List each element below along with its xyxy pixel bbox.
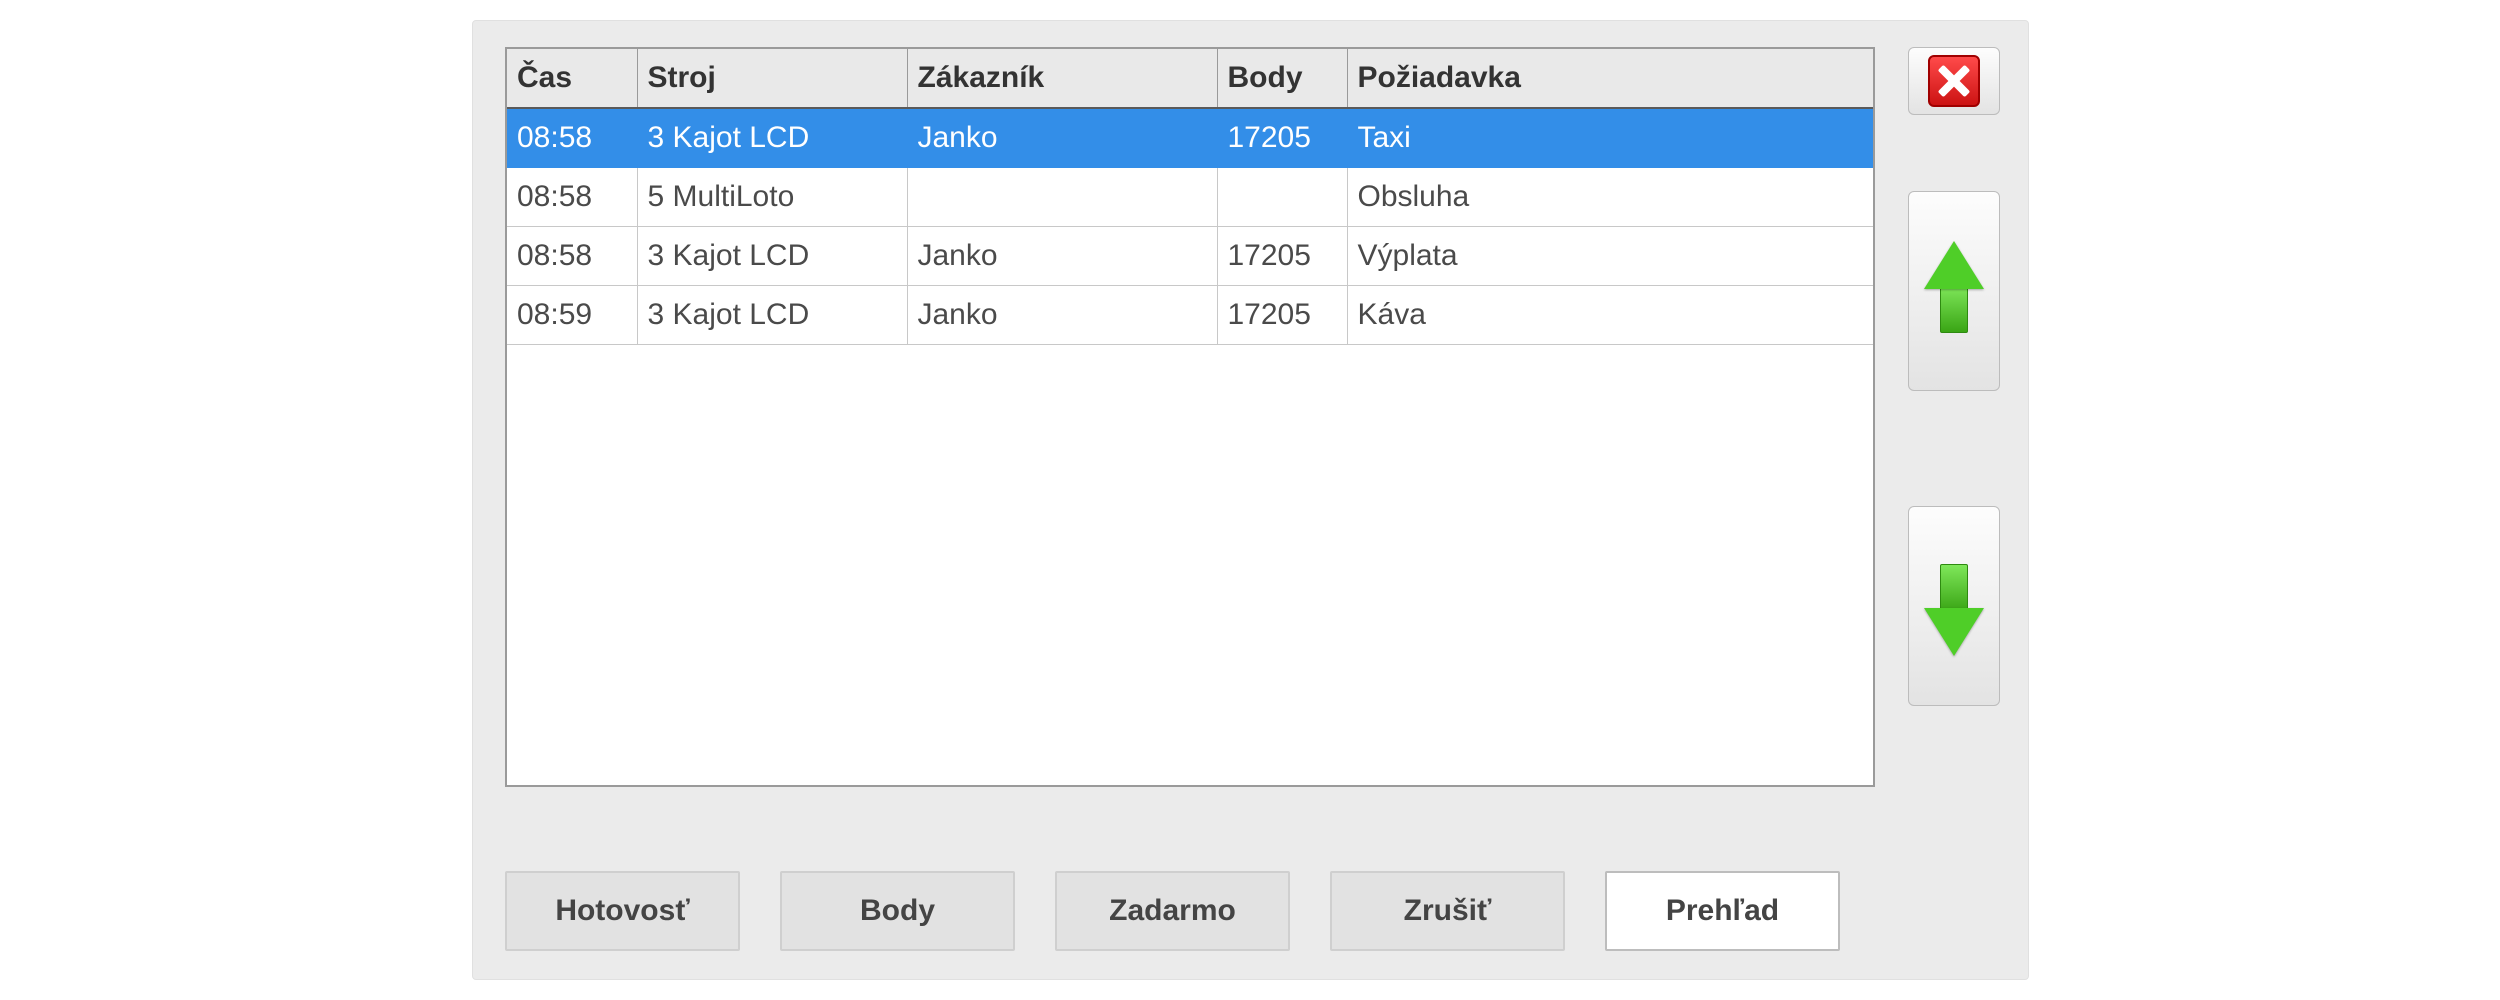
table-header-row: Čas Stroj Zákazník Body Požiadavka <box>507 49 1873 108</box>
free-button[interactable]: Zadarmo <box>1055 871 1290 951</box>
scroll-down-button[interactable] <box>1908 506 2000 706</box>
arrow-up-icon <box>1924 241 1984 341</box>
requests-table-container: Čas Stroj Zákazník Body Požiadavka 08:58… <box>505 47 1875 787</box>
requests-table: Čas Stroj Zákazník Body Požiadavka 08:58… <box>507 49 1873 345</box>
arrow-down-icon <box>1924 556 1984 656</box>
col-header-request: Požiadavka <box>1347 49 1873 108</box>
table-row[interactable]: 08:585 MultiLoto Obsluha <box>507 168 1873 227</box>
cell-customer <box>907 168 1217 227</box>
cancel-button[interactable]: Zrušiť <box>1330 871 1565 951</box>
cell-request: Výplata <box>1347 227 1873 286</box>
col-header-time: Čas <box>507 49 637 108</box>
cell-points: 17205 <box>1217 286 1347 345</box>
cell-time: 08:58 <box>507 168 637 227</box>
col-header-machine: Stroj <box>637 49 907 108</box>
table-row[interactable]: 08:583 Kajot LCDJanko17205Taxi <box>507 108 1873 168</box>
cell-points <box>1217 168 1347 227</box>
cell-machine: 5 MultiLoto <box>637 168 907 227</box>
points-button[interactable]: Body <box>780 871 1015 951</box>
overview-button[interactable]: Prehľad <box>1605 871 1840 951</box>
table-row[interactable]: 08:583 Kajot LCDJanko17205Výplata <box>507 227 1873 286</box>
cell-machine: 3 Kajot LCD <box>637 227 907 286</box>
col-header-customer: Zákazník <box>907 49 1217 108</box>
cell-machine: 3 Kajot LCD <box>637 286 907 345</box>
col-header-points: Body <box>1217 49 1347 108</box>
action-bar: Hotovosť Body Zadarmo Zrušiť Prehľad <box>505 871 2000 951</box>
cell-time: 08:58 <box>507 227 637 286</box>
cell-request: Káva <box>1347 286 1873 345</box>
close-icon <box>1928 55 1980 107</box>
requests-panel: Čas Stroj Zákazník Body Požiadavka 08:58… <box>472 20 2029 980</box>
cell-request: Taxi <box>1347 108 1873 168</box>
cell-customer: Janko <box>907 227 1217 286</box>
cell-time: 08:58 <box>507 108 637 168</box>
cell-customer: Janko <box>907 108 1217 168</box>
cell-request: Obsluha <box>1347 168 1873 227</box>
cell-time: 08:59 <box>507 286 637 345</box>
cash-button[interactable]: Hotovosť <box>505 871 740 951</box>
cell-points: 17205 <box>1217 108 1347 168</box>
table-row[interactable]: 08:593 Kajot LCDJanko17205Káva <box>507 286 1873 345</box>
cell-points: 17205 <box>1217 227 1347 286</box>
close-button[interactable] <box>1908 47 2000 115</box>
cell-machine: 3 Kajot LCD <box>637 108 907 168</box>
cell-customer: Janko <box>907 286 1217 345</box>
scroll-up-button[interactable] <box>1908 191 2000 391</box>
